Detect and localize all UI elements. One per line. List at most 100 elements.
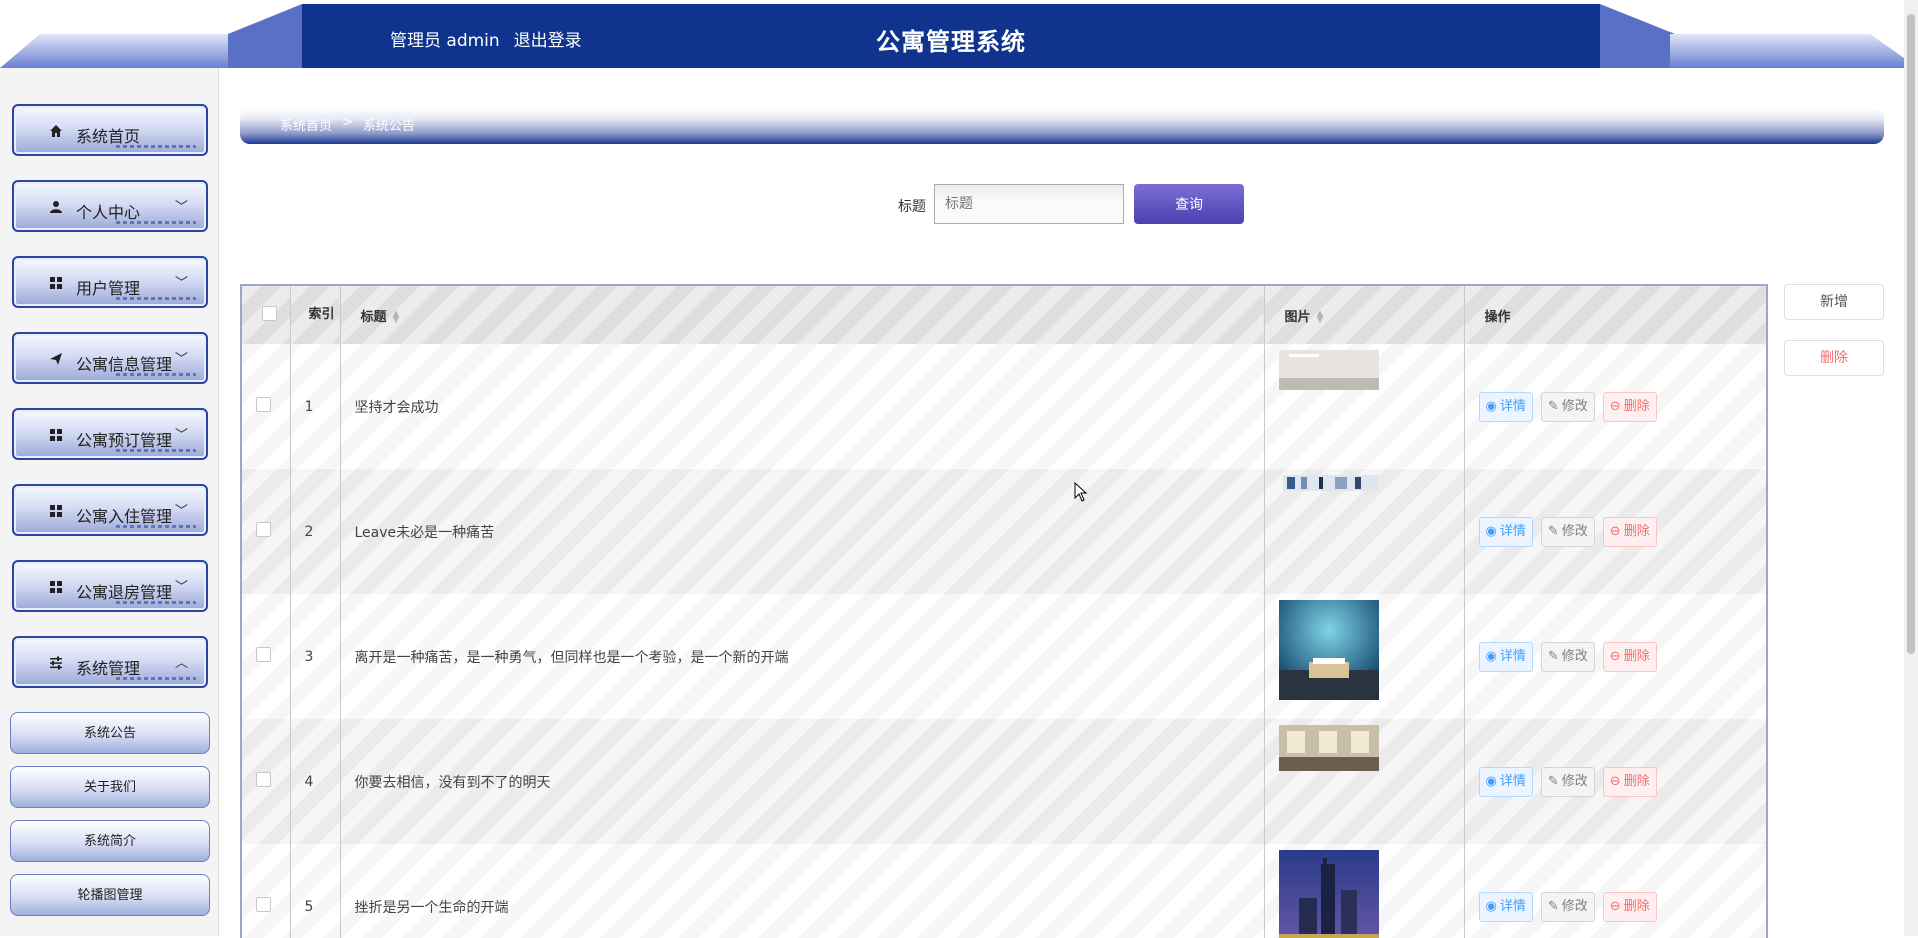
view-label: 详情 (1499, 523, 1526, 539)
sidebar-item-label: 公寓入住管理 (76, 507, 173, 526)
table-row: 3 离开是一种痛苦，是一种勇气，但同样也是一个考验，是一个新的开端 ◉ 详情 ✎ 修… (242, 594, 1766, 719)
edit-label: 修改 (1561, 648, 1588, 664)
notice-image (1278, 850, 1379, 938)
delete-button[interactable]: ⊖ 删除 (1602, 516, 1657, 547)
sort-icon[interactable]: ▲ ▼ (1317, 310, 1324, 325)
sidebar-item-label: 公寓退房管理 (76, 583, 173, 602)
image-header-label: 图片 (1284, 309, 1311, 325)
user-icon (48, 200, 64, 216)
sidebar-item-home[interactable]: 系统首页 (12, 104, 208, 156)
delete-label: 删除 (1623, 898, 1650, 914)
page-scrollbar[interactable] (1904, 0, 1918, 936)
row-title: Leave未必是一种痛苦 (340, 469, 1265, 594)
sidebar-subitem-about[interactable]: 关于我们 (10, 766, 210, 808)
pencil-icon: ✎ (1547, 523, 1559, 539)
pencil-icon: ✎ (1547, 773, 1559, 789)
view-button[interactable]: ◉ 详情 (1478, 391, 1533, 422)
view-label: 详情 (1499, 773, 1526, 789)
menu-decoration (116, 297, 196, 300)
chevron-down-icon: ﹀ (174, 580, 188, 595)
breadcrumb-separator: > (342, 115, 353, 130)
row-image-cell (1264, 344, 1465, 469)
menu-decoration (116, 373, 196, 376)
pencil-icon: ✎ (1547, 898, 1559, 914)
edit-button[interactable]: ✎ 修改 (1540, 641, 1595, 672)
select-all-checkbox[interactable] (262, 305, 277, 321)
table-row: 4 你要去相信，没有到不了的明天 ◉ 详情 ✎ 修改 ⊖ 删除 (242, 719, 1766, 844)
eye-icon: ◉ (1485, 898, 1497, 914)
view-label: 详情 (1499, 898, 1526, 914)
sidebar-item-system[interactable]: 系统管理 ︿ (12, 636, 208, 688)
mouse-cursor-icon (1074, 482, 1088, 502)
sidebar-item-profile[interactable]: 个人中心 ﹀ (12, 180, 208, 232)
sidebar-subitem-intro[interactable]: 系统简介 (10, 820, 210, 862)
delete-label: 删除 (1623, 398, 1650, 414)
row-checkbox[interactable] (256, 522, 271, 537)
row-index: 4 (290, 719, 341, 844)
pencil-icon: ✎ (1547, 648, 1559, 664)
row-image-cell (1264, 469, 1465, 594)
row-index: 3 (290, 594, 341, 719)
edit-button[interactable]: ✎ 修改 (1540, 766, 1595, 797)
view-label: 详情 (1499, 398, 1526, 414)
delete-button[interactable]: ⊖ 删除 (1602, 641, 1657, 672)
sort-icon[interactable]: ▲ ▼ (393, 310, 400, 325)
app-title: 公寓管理系统 (876, 28, 1026, 56)
menu-decoration (116, 601, 196, 604)
view-button[interactable]: ◉ 详情 (1478, 766, 1533, 797)
sidebar-item-label: 公寓信息管理 (76, 355, 173, 374)
scrollbar-thumb[interactable] (1907, 14, 1915, 654)
title-search-input[interactable] (934, 184, 1124, 224)
row-title: 坚持才会成功 (340, 344, 1265, 469)
add-button[interactable]: 新增 (1784, 284, 1884, 320)
grid-icon (48, 276, 64, 292)
row-image-cell (1264, 844, 1465, 938)
grid-icon (48, 580, 64, 596)
breadcrumb: 系统首页 > 系统公告 (240, 108, 1884, 144)
grid-icon (48, 428, 64, 444)
image-header[interactable]: 图片 ▲ ▼ (1264, 286, 1465, 344)
edit-button[interactable]: ✎ 修改 (1540, 516, 1595, 547)
breadcrumb-current: 系统公告 (362, 119, 415, 134)
sidebar-item-label: 用户管理 (76, 279, 141, 298)
row-index: 2 (290, 469, 341, 594)
sidebar-item-apartment-info[interactable]: 公寓信息管理 ﹀ (12, 332, 208, 384)
edit-button[interactable]: ✎ 修改 (1540, 391, 1595, 422)
pencil-icon: ✎ (1547, 398, 1559, 414)
row-checkbox[interactable] (256, 647, 271, 662)
table-row: 2 Leave未必是一种痛苦 ◉ 详情 ✎ 修改 ⊖ 删除 (242, 469, 1766, 594)
sidebar-item-booking[interactable]: 公寓预订管理 ﹀ (12, 408, 208, 460)
menu-decoration (116, 449, 196, 452)
view-button[interactable]: ◉ 详情 (1478, 516, 1533, 547)
notice-image (1278, 350, 1379, 390)
menu-decoration (116, 145, 196, 148)
delete-button[interactable]: ⊖ 删除 (1602, 766, 1657, 797)
eye-icon: ◉ (1485, 398, 1497, 414)
table-row: 1 坚持才会成功 ◉ 详情 ✎ 修改 ⊖ 删除 (242, 344, 1766, 469)
row-checkbox[interactable] (256, 897, 271, 912)
batch-delete-button[interactable]: 删除 (1784, 340, 1884, 376)
grid-icon (48, 504, 64, 520)
sidebar-item-users[interactable]: 用户管理 ﹀ (12, 256, 208, 308)
edit-button[interactable]: ✎ 修改 (1540, 891, 1595, 922)
edit-label: 修改 (1561, 398, 1588, 414)
sidebar-item-label: 公寓预订管理 (76, 431, 173, 450)
search-button[interactable]: 查询 (1134, 184, 1244, 224)
sidebar-item-checkout[interactable]: 公寓退房管理 ﹀ (12, 560, 208, 612)
home-icon (48, 124, 64, 140)
menu-decoration (116, 677, 196, 680)
title-header[interactable]: 标题 ▲ ▼ (340, 286, 1265, 344)
sidebar-item-label: 个人中心 (76, 203, 141, 222)
delete-button[interactable]: ⊖ 删除 (1602, 891, 1657, 922)
view-button[interactable]: ◉ 详情 (1478, 641, 1533, 672)
sidebar-subitem-notice[interactable]: 系统公告 (10, 712, 210, 754)
row-title: 离开是一种痛苦，是一种勇气，但同样也是一个考验，是一个新的开端 (340, 594, 1265, 719)
delete-button[interactable]: ⊖ 删除 (1602, 391, 1657, 422)
view-button[interactable]: ◉ 详情 (1478, 891, 1533, 922)
row-checkbox[interactable] (256, 397, 271, 412)
row-checkbox[interactable] (256, 772, 271, 787)
sidebar-subitem-carousel[interactable]: 轮播图管理 (10, 874, 210, 916)
sidebar-item-checkin[interactable]: 公寓入住管理 ﹀ (12, 484, 208, 536)
breadcrumb-home[interactable]: 系统首页 (280, 115, 332, 134)
delete-label: 删除 (1623, 773, 1650, 789)
